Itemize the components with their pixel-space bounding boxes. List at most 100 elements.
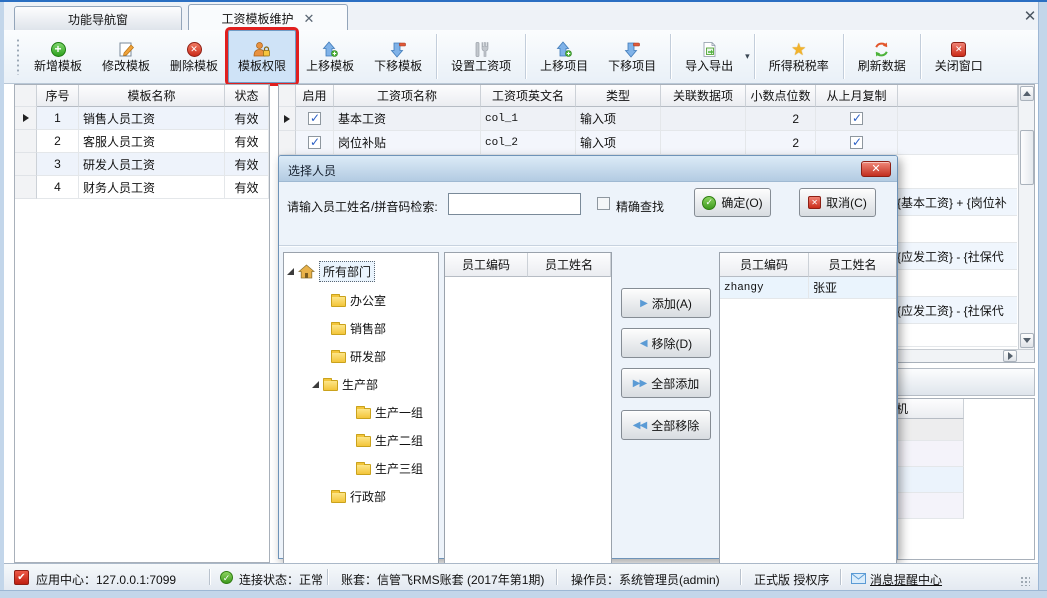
account-set: 账套：信管飞RMS账套 (2017年第1期) <box>341 571 544 588</box>
star-icon: ★ <box>789 40 809 58</box>
cancel-icon: ✕ <box>808 196 821 209</box>
window-close-icon[interactable]: ✕ <box>1020 8 1040 26</box>
arrow-right-icon: ▶ <box>640 298 647 309</box>
column-header-name[interactable]: 模板名称 <box>79 85 225 107</box>
column-header-en-name[interactable]: 工资项英文名 <box>481 85 576 107</box>
move-item-up-button[interactable]: 上移项目 <box>530 30 598 83</box>
table-row <box>894 441 964 467</box>
refresh-data-button[interactable]: 刷新数据 <box>848 30 916 83</box>
operator: 操作员：系统管理员(admin) <box>571 571 720 588</box>
tree-node[interactable]: 生产三组 <box>356 458 423 478</box>
folder-icon <box>331 296 346 307</box>
add-template-button[interactable]: + 新增模板 <box>24 30 92 83</box>
column-header-status[interactable]: 状态 <box>225 85 269 107</box>
column-header-code[interactable]: 员工编码 <box>445 253 528 277</box>
ok-icon: ✓ <box>702 196 716 210</box>
toolbar-separator <box>920 34 921 79</box>
remove-all-button[interactable]: ◀◀全部移除 <box>621 410 711 440</box>
column-header-code[interactable]: 员工编码 <box>720 253 809 277</box>
formula-cell: {应发工资} - {社保代 <box>897 297 1017 324</box>
expander-icon[interactable] <box>312 381 319 388</box>
tab-salary-template[interactable]: 工资模板维护 ✕ <box>188 4 348 31</box>
copy-checkbox[interactable] <box>850 136 863 149</box>
column-header-decimals[interactable]: 小数点位数 <box>746 85 816 107</box>
status-separator <box>740 569 741 585</box>
column-header-copy-last-month[interactable]: 从上月复制 <box>816 85 898 107</box>
close-window-button[interactable]: ✕ 关闭窗口 <box>925 30 993 83</box>
move-template-up-button[interactable]: 上移模板 <box>296 30 364 83</box>
copy-checkbox[interactable] <box>850 112 863 125</box>
column-header-name[interactable]: 员工姓名 <box>528 253 611 277</box>
enabled-checkbox[interactable] <box>308 136 321 149</box>
cancel-button[interactable]: ✕ 取消(C) <box>799 188 876 217</box>
exact-search-checkbox[interactable] <box>597 197 610 210</box>
tab-label: 功能导航窗 <box>68 11 128 28</box>
search-label: 请输入员工姓名/拼音码检索: <box>287 198 438 215</box>
resize-grip[interactable] <box>1020 576 1030 586</box>
tree-node[interactable]: 生产部 <box>312 374 378 394</box>
refresh-icon <box>872 40 892 58</box>
current-row-icon <box>23 114 29 122</box>
toolbar-grip[interactable] <box>16 38 20 75</box>
app-center-icon: ✔ <box>14 570 29 585</box>
folder-icon <box>356 436 371 447</box>
scroll-down-button[interactable] <box>1020 333 1034 348</box>
folder-icon <box>331 352 346 363</box>
column-header-type[interactable]: 类型 <box>576 85 661 107</box>
template-permission-button[interactable]: 模板权限 <box>228 30 296 83</box>
tree-node[interactable]: 生产一组 <box>356 402 423 422</box>
app-center-status: 应用中心：127.0.0.1:7099 <box>36 571 176 588</box>
dialog-body: 请输入员工姓名/拼音码检索: 精确查找 ✓ 确定(O) ✕ 取消(C) 所有部门 <box>279 182 897 559</box>
column-header-name[interactable]: 员工姓名 <box>809 253 897 277</box>
toolbar-separator <box>436 34 437 79</box>
add-button[interactable]: ▶添加(A) <box>621 288 711 318</box>
department-tree: 所有部门 办公室 销售部 研发部 生产部 生产一组 生产二组 生产三组 行政部 <box>283 252 439 581</box>
column-header-enabled[interactable]: 启用 <box>296 85 334 107</box>
dialog-close-button[interactable]: ✕ <box>861 161 891 177</box>
move-item-down-button[interactable]: 下移项目 <box>598 30 666 83</box>
tree-node[interactable]: 生产二组 <box>356 430 423 450</box>
dropdown-arrow-icon[interactable]: ▾ <box>745 51 750 62</box>
folder-icon <box>331 492 346 503</box>
arrow-up-icon <box>320 40 340 58</box>
import-export-button[interactable]: 导入导出 <box>675 30 743 83</box>
folder-icon <box>323 380 338 391</box>
column-header-item-name[interactable]: 工资项名称 <box>334 85 481 107</box>
search-input[interactable] <box>448 193 581 215</box>
tree-node-label: 所有部门 <box>319 261 375 282</box>
edit-template-button[interactable]: 修改模板 <box>92 30 160 83</box>
ok-button[interactable]: ✓ 确定(O) <box>694 188 771 217</box>
user-lock-icon <box>252 40 272 58</box>
dialog-title-bar[interactable]: 选择人员 ✕ <box>279 156 897 182</box>
tree-node-root[interactable]: 所有部门 <box>287 261 375 281</box>
move-template-down-button[interactable]: 下移模板 <box>364 30 432 83</box>
tab-close-icon[interactable]: ✕ <box>304 12 315 25</box>
expander-icon[interactable] <box>287 268 294 275</box>
connection-ok-icon: ✓ <box>220 571 233 584</box>
remove-button[interactable]: ◀移除(D) <box>621 328 711 358</box>
scroll-up-button[interactable] <box>1020 86 1034 101</box>
income-tax-rate-button[interactable]: ★ 所得税税率 <box>759 30 839 83</box>
scrollbar-thumb[interactable] <box>1020 130 1034 185</box>
tree-node[interactable]: 办公室 <box>331 290 386 310</box>
dialog-separator <box>279 245 897 247</box>
status-separator <box>327 569 328 585</box>
column-header-no[interactable]: 序号 <box>37 85 79 107</box>
tab-nav-window[interactable]: 功能导航窗 <box>14 6 182 31</box>
tree-node[interactable]: 销售部 <box>331 318 386 338</box>
set-salary-items-button[interactable]: 设置工资项 <box>441 30 521 83</box>
toolbar-separator <box>754 34 755 79</box>
column-header-linked-data[interactable]: 关联数据项 <box>661 85 746 107</box>
delete-template-button[interactable]: ✕ 删除模板 <box>160 30 228 83</box>
add-all-button[interactable]: ▶▶全部添加 <box>621 368 711 398</box>
grid-corner <box>279 85 296 107</box>
tree-node[interactable]: 研发部 <box>331 346 386 366</box>
vertical-scrollbar[interactable] <box>1018 85 1034 349</box>
scroll-right-button[interactable] <box>1003 350 1017 362</box>
enabled-checkbox[interactable] <box>308 112 321 125</box>
toolbar-separator <box>843 34 844 79</box>
connection-status: 连接状态：正常 <box>239 571 323 588</box>
message-center-link[interactable]: 消息提醒中心 <box>870 571 942 588</box>
tree-node[interactable]: 行政部 <box>331 486 386 506</box>
app-window: 功能导航窗 工资模板维护 ✕ ✕ + 新增模板 修改模板 ✕ 删除模板 模板权 <box>0 0 1047 598</box>
